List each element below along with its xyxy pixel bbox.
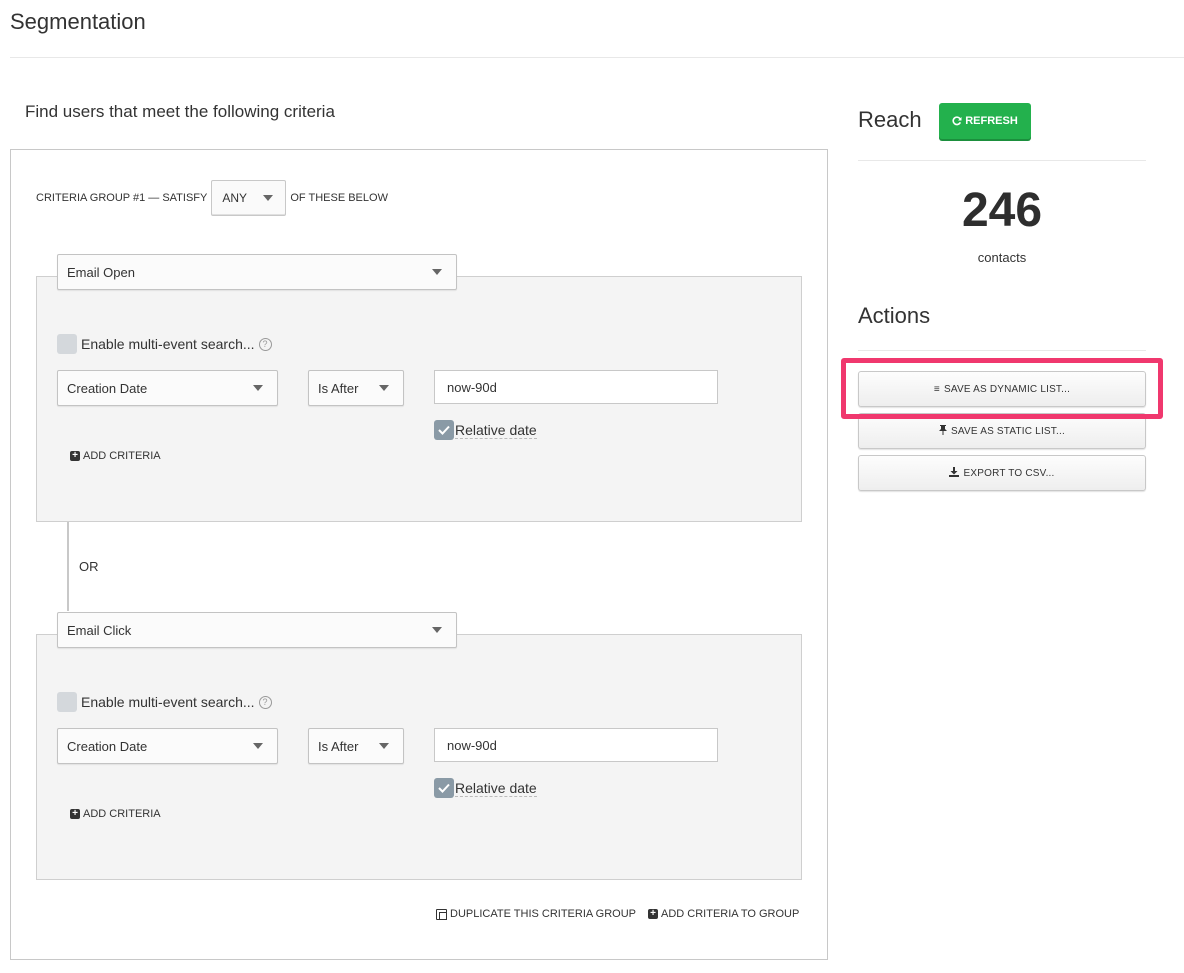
download-icon <box>949 466 960 480</box>
field-select-value: Creation Date <box>67 380 148 396</box>
page-title: Segmentation <box>10 9 146 34</box>
event-criteria-box: Enable multi-event search... ? Creation … <box>36 634 802 880</box>
field-select-value: Creation Date <box>67 738 148 754</box>
event-type-select[interactable]: Email Open <box>57 254 457 290</box>
plus-icon: + <box>70 809 80 819</box>
multi-event-row[interactable]: Enable multi-event search... ? <box>57 692 272 712</box>
multi-event-label: Enable multi-event search... <box>81 336 255 352</box>
duplicate-group-label: DUPLICATE THIS CRITERIA GROUP <box>450 908 637 920</box>
pin-icon <box>939 424 948 438</box>
add-criteria-to-group-link[interactable]: + ADD CRITERIA TO GROUP <box>648 908 799 920</box>
reach-unit-label: contacts <box>977 250 1027 265</box>
reach-count: 246 <box>961 184 1043 237</box>
criteria-group-header: CRITERIA GROUP #1 — SATISFY ANY OF THESE… <box>36 180 388 216</box>
save-static-list-label: SAVE AS STATIC LIST... <box>951 425 1065 437</box>
plus-icon: + <box>648 909 658 919</box>
relative-date-checkbox[interactable] <box>434 420 454 440</box>
actions-divider <box>858 350 1146 351</box>
title-divider <box>10 57 1184 58</box>
add-criteria-label: ADD CRITERIA <box>83 450 161 462</box>
criteria-group-suffix: OF THESE BELOW <box>290 192 388 204</box>
or-connector-line <box>67 522 69 611</box>
export-csv-button[interactable]: EXPORT TO CSV... <box>858 455 1146 491</box>
duplicate-group-link[interactable]: DUPLICATE THIS CRITERIA GROUP <box>436 908 636 920</box>
save-dynamic-list-label: SAVE AS DYNAMIC LIST... <box>943 383 1071 395</box>
add-criteria-label: ADD CRITERIA <box>83 808 161 820</box>
add-criteria-to-group-label: ADD CRITERIA TO GROUP <box>661 908 800 920</box>
chevron-down-icon <box>253 385 263 391</box>
save-dynamic-list-button[interactable]: ≡ SAVE AS DYNAMIC LIST... <box>858 371 1146 407</box>
chevron-down-icon <box>432 269 442 275</box>
relative-date-label: Relative date <box>455 421 537 439</box>
criteria-heading: Find users that meet the following crite… <box>25 102 335 121</box>
export-csv-label: EXPORT TO CSV... <box>963 467 1055 479</box>
refresh-button[interactable]: REFRESH <box>939 103 1031 139</box>
match-mode-select[interactable]: ANY <box>211 180 287 216</box>
multi-event-checkbox[interactable] <box>57 692 77 712</box>
relative-date-label: Relative date <box>455 779 537 797</box>
operator-select-value: Is After <box>318 738 359 754</box>
chevron-down-icon <box>379 743 389 749</box>
refresh-icon <box>952 116 962 126</box>
add-criteria-link[interactable]: + ADD CRITERIA <box>70 450 161 462</box>
relative-date-row[interactable]: Relative date <box>434 777 537 799</box>
help-icon[interactable]: ? <box>258 695 272 709</box>
operator-select-value: Is After <box>318 380 359 396</box>
actions-title: Actions <box>858 303 931 328</box>
date-value-input[interactable] <box>434 370 718 404</box>
event-criteria-box: Enable multi-event search... ? Creation … <box>36 276 802 522</box>
help-icon[interactable]: ? <box>258 337 272 351</box>
save-static-list-button[interactable]: SAVE AS STATIC LIST... <box>858 413 1146 449</box>
add-criteria-link[interactable]: + ADD CRITERIA <box>70 808 161 820</box>
multi-event-row[interactable]: Enable multi-event search... ? <box>57 334 272 354</box>
field-select[interactable]: Creation Date <box>57 370 278 406</box>
checkmark-icon <box>438 783 450 793</box>
event-type-value: Email Open <box>67 264 135 280</box>
reach-divider <box>858 160 1146 161</box>
operator-select[interactable]: Is After <box>308 728 404 764</box>
criteria-group-prefix: CRITERIA GROUP #1 — SATISFY <box>36 192 208 204</box>
field-select[interactable]: Creation Date <box>57 728 278 764</box>
relative-date-row[interactable]: Relative date <box>434 419 537 441</box>
duplicate-icon <box>436 908 447 920</box>
reach-title: Reach <box>858 107 922 132</box>
chevron-down-icon <box>379 385 389 391</box>
chevron-down-icon <box>253 743 263 749</box>
plus-icon: + <box>70 451 80 461</box>
event-type-value: Email Click <box>67 622 132 638</box>
event-type-select[interactable]: Email Click <box>57 612 457 648</box>
refresh-label: REFRESH <box>965 115 1018 127</box>
multi-event-checkbox[interactable] <box>57 334 77 354</box>
or-connector-label: OR <box>79 559 99 574</box>
chevron-down-icon <box>263 195 274 201</box>
list-icon: ≡ <box>933 383 940 395</box>
operator-select[interactable]: Is After <box>308 370 404 406</box>
multi-event-label: Enable multi-event search... <box>81 694 255 710</box>
match-mode-value: ANY <box>222 191 248 205</box>
criteria-group-panel: CRITERIA GROUP #1 — SATISFY ANY OF THESE… <box>10 149 828 960</box>
date-value-input[interactable] <box>434 728 718 762</box>
relative-date-checkbox[interactable] <box>434 778 454 798</box>
chevron-down-icon <box>432 627 442 633</box>
checkmark-icon <box>438 425 450 435</box>
